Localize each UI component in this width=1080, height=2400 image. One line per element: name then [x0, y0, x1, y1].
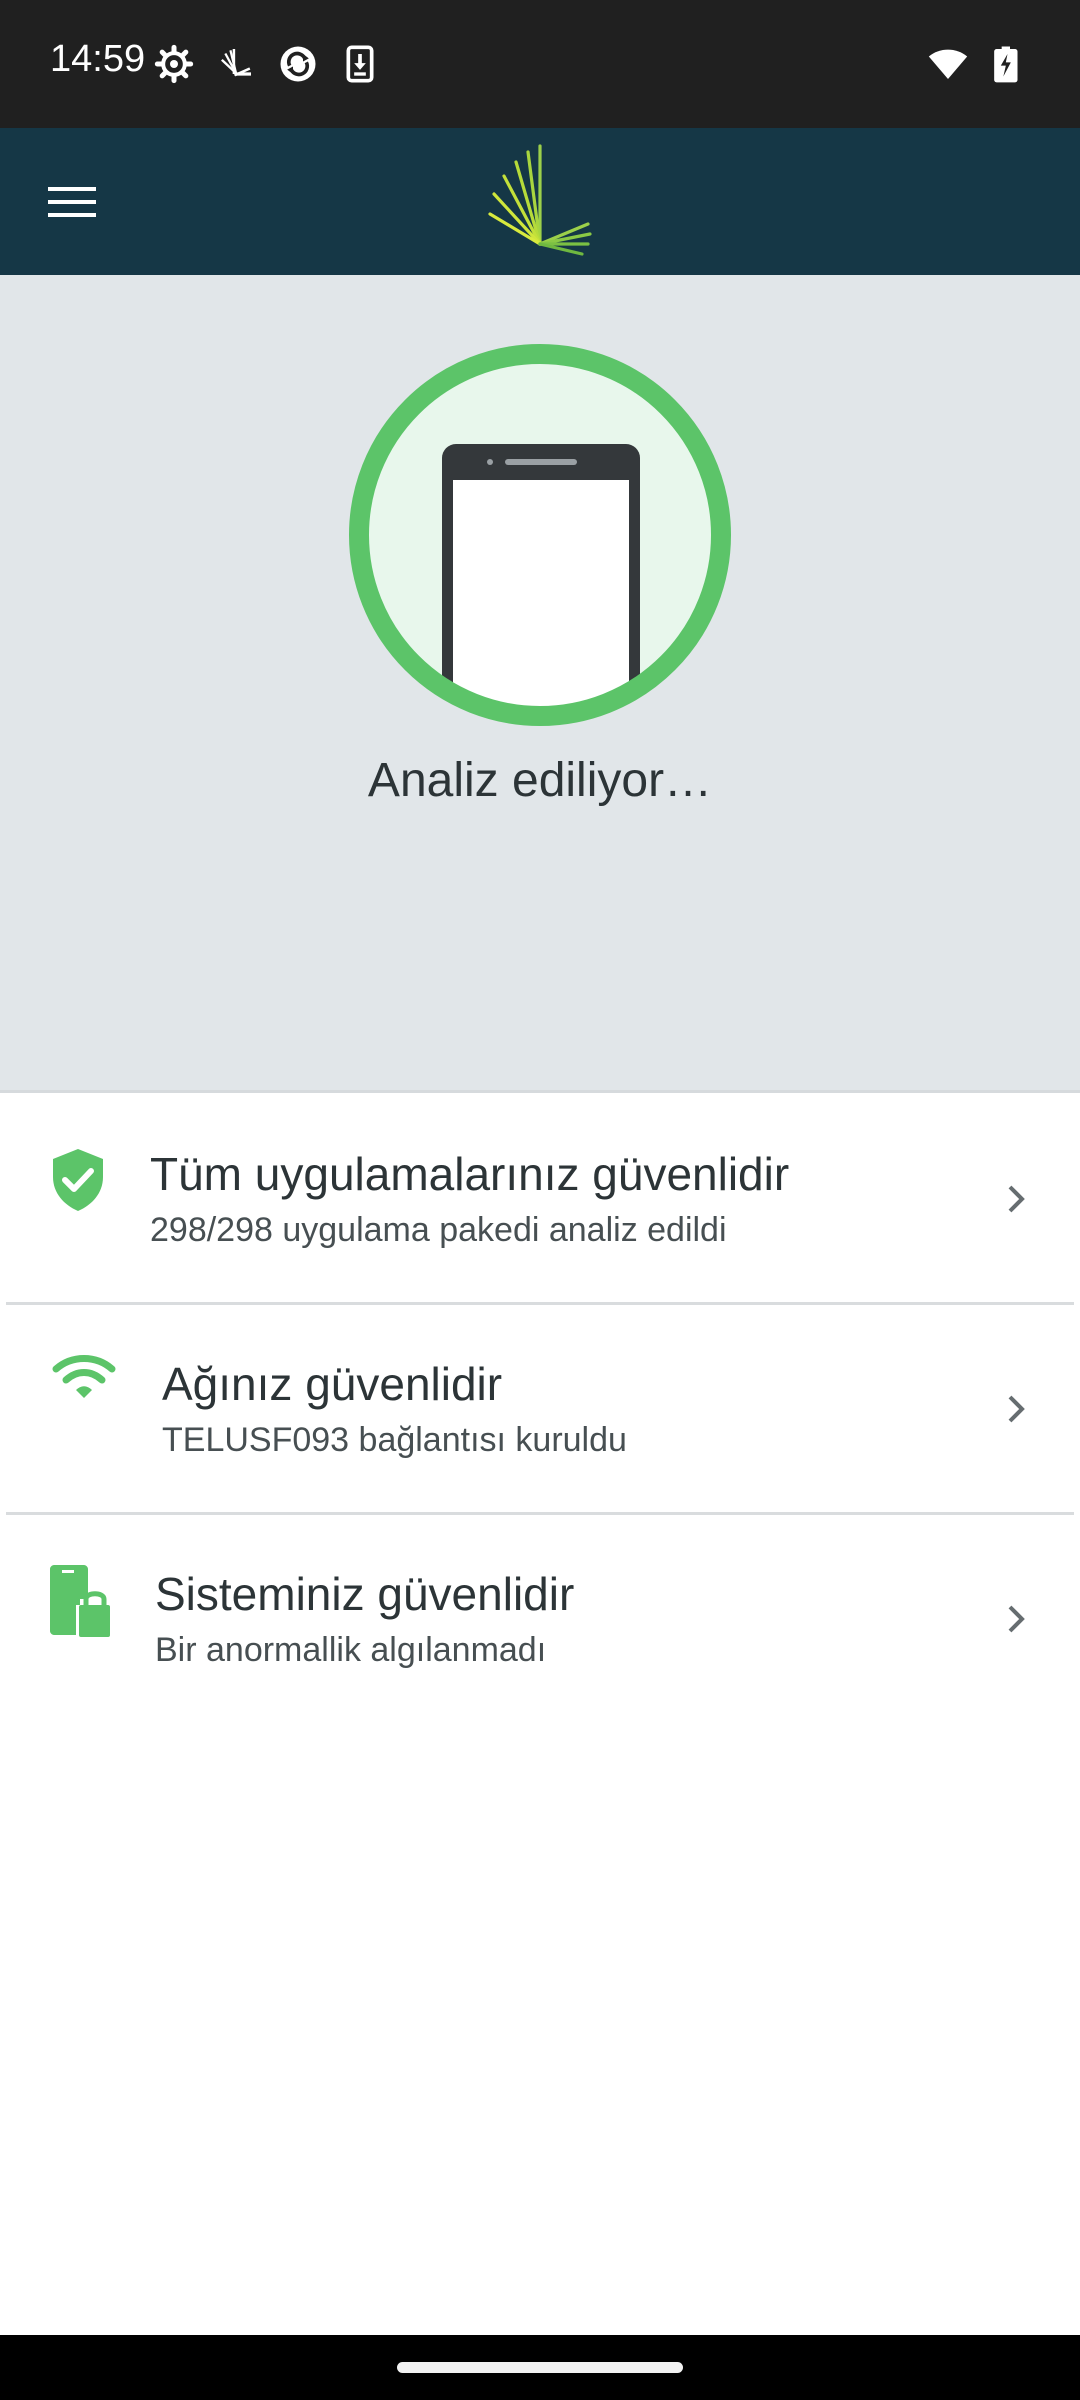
list-item-subtitle: TELUSF093 bağlantısı kuruldu — [162, 1421, 627, 1459]
list-item-network[interactable]: Ağınız güvenlidir TELUSF093 bağlantısı k… — [0, 1305, 1080, 1515]
chevron-right-icon — [1008, 1605, 1025, 1633]
list-item-title: Tüm uygulamalarınız güvenlidir — [150, 1148, 790, 1200]
settings-icon — [154, 44, 194, 84]
chevron-right-icon — [1008, 1395, 1025, 1423]
app-notification-icon — [221, 49, 251, 77]
analysis-status-text: Analiz ediliyor… — [367, 754, 713, 807]
list-item-title: Ağınız güvenlidir — [162, 1358, 503, 1410]
wifi-icon — [52, 1355, 116, 1398]
hamburger-menu-icon[interactable] — [40, 170, 104, 234]
home-gesture-handle[interactable] — [397, 2362, 683, 2373]
app-bar — [0, 128, 1080, 275]
phone-illustration-icon — [442, 444, 640, 716]
telus-logo — [488, 144, 592, 256]
sync-icon — [280, 46, 316, 82]
status-icons-right — [928, 44, 1030, 84]
status-bar: 14:59 — [0, 0, 1080, 128]
battery-charging-icon — [994, 46, 1018, 83]
device-scan-progress-ring — [349, 344, 731, 726]
shield-check-icon — [53, 1149, 103, 1211]
download-icon — [346, 45, 374, 83]
list-item-title: Sisteminiz güvenlidir — [155, 1568, 575, 1620]
status-icons-left — [154, 44, 380, 84]
phone-lock-icon — [50, 1565, 110, 1637]
list-item-subtitle: 298/298 uygulama pakedi analiz edildi — [150, 1211, 727, 1249]
list-item-system[interactable]: Sisteminiz güvenlidir Bir anormallik alg… — [0, 1515, 1080, 1715]
list-item-subtitle: Bir anormallik algılanmadı — [155, 1631, 547, 1669]
wifi-icon — [928, 49, 968, 79]
status-time: 14:59 — [50, 38, 146, 80]
list-item-apps[interactable]: Tüm uygulamalarınız güvenlidir 298/298 u… — [0, 1095, 1080, 1305]
system-navigation-bar — [0, 2335, 1080, 2400]
scan-status-panel: Analiz ediliyor… — [0, 275, 1080, 1093]
chevron-right-icon — [1008, 1185, 1025, 1213]
